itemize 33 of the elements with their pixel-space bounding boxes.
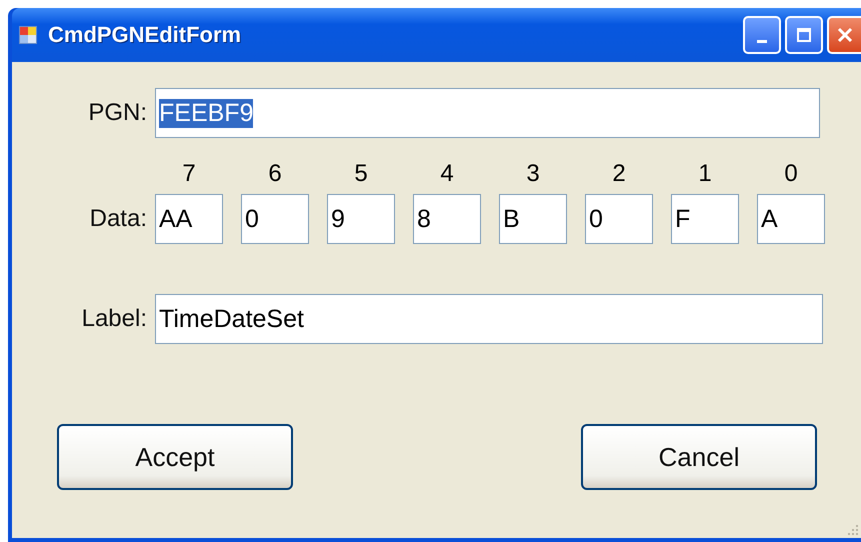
resize-grip-icon: [847, 524, 859, 536]
label-field[interactable]: TimeDateSet: [155, 294, 823, 344]
byte-field[interactable]: A: [757, 194, 825, 244]
maximize-button[interactable]: [785, 16, 823, 54]
byte-field[interactable]: AA: [155, 194, 223, 244]
byte-field[interactable]: F: [671, 194, 739, 244]
byte-field[interactable]: 8: [413, 194, 481, 244]
bit-index: 6: [268, 160, 282, 188]
minimize-button[interactable]: [743, 16, 781, 54]
field-label: Data:: [88, 205, 148, 233]
app-icon: [18, 25, 38, 45]
close-button[interactable]: [827, 16, 861, 54]
byte-field[interactable]: B: [499, 194, 567, 244]
byte-field[interactable]: 0: [241, 194, 309, 244]
field-value: FEEBF9: [159, 98, 254, 128]
bit-index: 2: [612, 160, 626, 188]
dialog-button[interactable]: Accept: [57, 424, 293, 490]
pgn-field[interactable]: FEEBF9: [155, 88, 820, 138]
field-label: PGN:: [87, 99, 148, 127]
byte-field[interactable]: 9: [327, 194, 395, 244]
window-title: CmdPGNEditForm: [48, 22, 242, 48]
byte-field[interactable]: 0: [585, 194, 653, 244]
bit-index: 1: [698, 160, 712, 188]
field-label: Label:: [80, 305, 148, 333]
bit-index: 5: [354, 160, 368, 188]
bit-index: 3: [526, 160, 540, 188]
bit-index: 4: [440, 160, 454, 188]
bit-index: 7: [182, 160, 196, 188]
close-icon: [837, 27, 853, 43]
bit-index: 0: [784, 160, 798, 188]
minimize-icon: [757, 40, 767, 42]
dialog-button[interactable]: Cancel: [581, 424, 817, 490]
maximize-icon: [796, 27, 812, 43]
